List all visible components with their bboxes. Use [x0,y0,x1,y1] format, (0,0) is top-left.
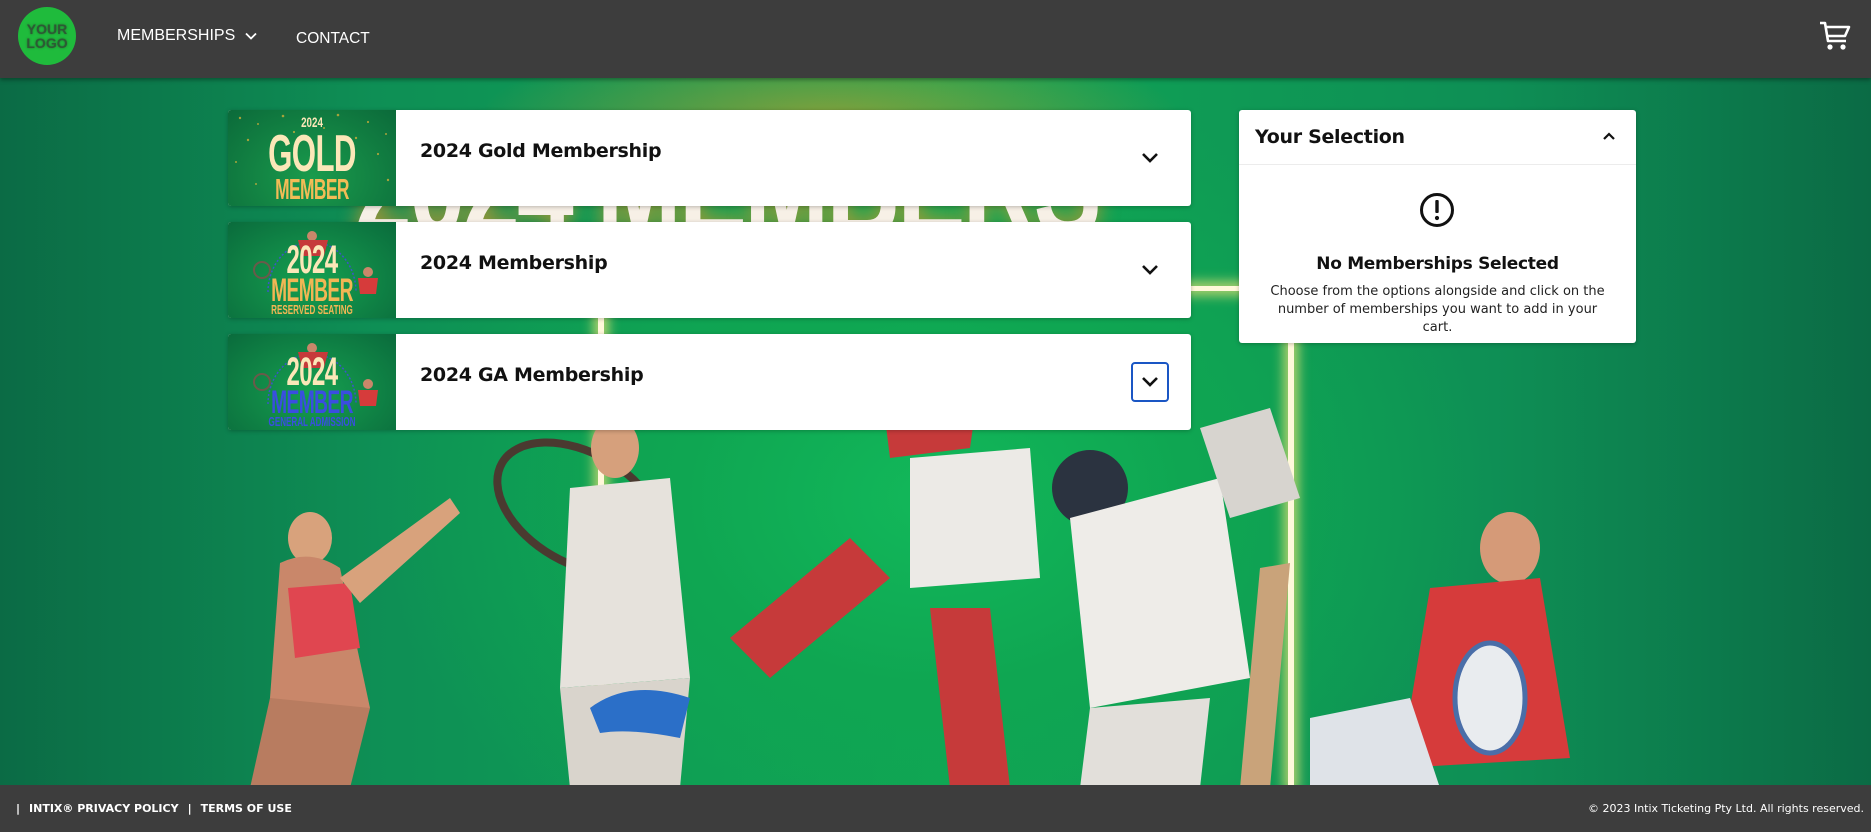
expand-ga-membership-button[interactable] [1131,362,1169,402]
reserved-membership-thumbnail: 2024 MEMBER RESERVED SEATING [228,222,396,318]
thumb-subtitle: GENERAL ADMISSION [268,414,356,429]
footer-links: | INTIX® PRIVACY POLICY | TERMS OF USE [16,802,292,815]
expand-membership-button[interactable] [1131,250,1169,290]
chevron-down-icon [245,32,257,40]
nav-memberships-label: MEMBERSHIPS [117,27,236,44]
top-navigation-bar: YOUR LOGO MEMBERSHIPS CONTACT [0,0,1871,78]
membership-card-ga[interactable]: 2024 MEMBER GENERAL ADMISSION 2024 GA Me… [228,334,1191,430]
expand-gold-membership-button[interactable] [1131,138,1169,178]
thumb-subtitle: RESERVED SEATING [271,302,353,317]
footer-separator: | [187,802,192,815]
empty-selection-text: Choose from the options alongside and cl… [1270,284,1605,335]
membership-title: 2024 Membership [420,252,608,274]
copyright-text: © 2023 Intix Ticketing Pty Ltd. All righ… [1587,802,1864,815]
selection-panel-header[interactable]: Your Selection [1239,110,1636,165]
your-selection-panel: Your Selection No Memberships Selected C… [1239,110,1636,343]
membership-card-gold[interactable]: 2024 GOLD MEMBER 2024 Gold Membership [228,110,1191,206]
shopping-cart-icon[interactable] [1818,20,1852,52]
terms-of-use-link[interactable]: TERMS OF USE [201,802,292,815]
gold-membership-thumbnail: 2024 GOLD MEMBER [228,110,396,206]
exclamation-circle-icon [1420,193,1454,227]
membership-title: 2024 GA Membership [420,364,644,386]
privacy-policy-link[interactable]: INTIX® PRIVACY POLICY [29,802,179,815]
chevron-down-icon [1142,377,1158,387]
chevron-up-icon[interactable] [1600,128,1618,144]
chevron-down-icon [1142,265,1158,275]
thumb-subtitle: MEMBER [275,174,349,206]
nav-contact-link[interactable]: CONTACT [296,30,370,48]
membership-title: 2024 Gold Membership [420,140,662,162]
nav-contact-label: CONTACT [296,30,370,47]
logo-line-1: YOUR [26,21,68,37]
athletes-illustration [250,378,1570,785]
membership-card-reserved[interactable]: 2024 MEMBER RESERVED SEATING 2024 Member… [228,222,1191,318]
selection-title: Your Selection [1255,126,1405,148]
ga-membership-thumbnail: 2024 MEMBER GENERAL ADMISSION [228,334,396,430]
logo-line-2: LOGO [26,35,68,51]
logo[interactable]: YOUR LOGO [18,7,76,65]
nav-memberships-dropdown[interactable]: MEMBERSHIPS [117,27,257,45]
footer-separator: | [16,802,21,815]
footer: | INTIX® PRIVACY POLICY | TERMS OF USE ©… [0,785,1871,832]
chevron-down-icon [1142,153,1158,163]
empty-selection-heading: No Memberships Selected [1316,254,1559,274]
